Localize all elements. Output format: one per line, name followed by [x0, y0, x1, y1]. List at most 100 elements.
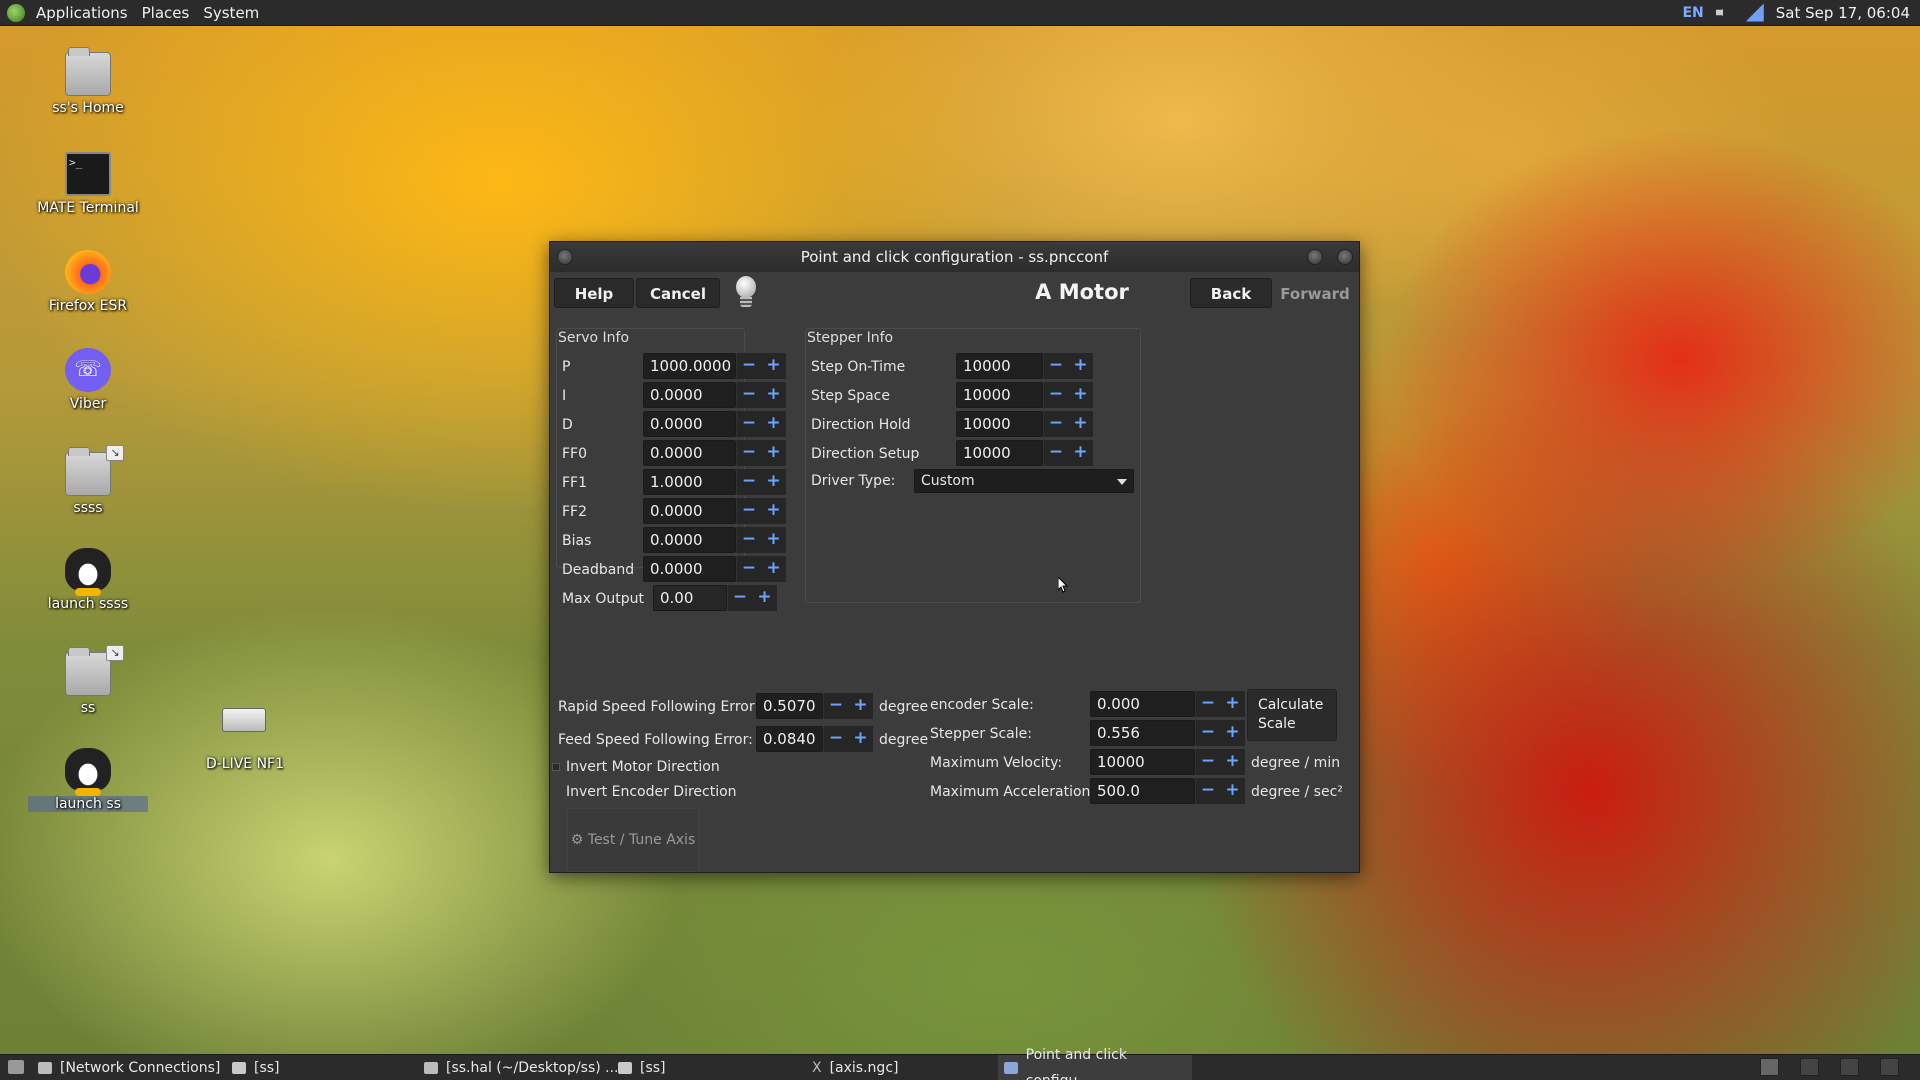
servo-ff1-input[interactable]: 1.0000 [643, 469, 736, 495]
forward-button[interactable]: Forward [1274, 278, 1356, 308]
test-tune-axis-button[interactable]: ⚙ Test / Tune Axis [567, 808, 699, 872]
driver-type-select[interactable]: Custom [914, 469, 1134, 493]
increment-button[interactable]: + [1220, 691, 1245, 717]
increment-button[interactable]: + [761, 353, 786, 379]
decrement-button[interactable]: − [823, 726, 848, 752]
decrement-button[interactable]: − [736, 527, 761, 553]
feed-following-error-label: Feed Speed Following Error: [558, 732, 753, 748]
decrement-button[interactable]: − [1195, 749, 1220, 775]
decrement-button[interactable]: − [727, 585, 752, 611]
servo-i-input[interactable]: 0.0000 [643, 382, 736, 408]
task-ss-hal[interactable]: [ss.hal (~/Desktop/ss) ... [424, 1055, 619, 1080]
window-titlebar[interactable]: Point and click configuration - ss.pncco… [550, 242, 1359, 272]
servo-ff2-input[interactable]: 0.0000 [643, 498, 736, 524]
increment-button[interactable]: + [1220, 749, 1245, 775]
decrement-button[interactable]: − [736, 382, 761, 408]
direction-hold-input[interactable]: 10000 [956, 411, 1043, 437]
decrement-button[interactable]: − [1195, 778, 1220, 804]
increment-button[interactable]: + [761, 498, 786, 524]
help-button[interactable]: Help [554, 278, 634, 308]
increment-button[interactable]: + [761, 382, 786, 408]
increment-button[interactable]: + [761, 527, 786, 553]
menu-applications[interactable]: Applications [29, 0, 135, 26]
workspace-4[interactable] [1880, 1058, 1899, 1076]
servo-p-input[interactable]: 1000.0000 [643, 353, 736, 379]
decrement-button[interactable]: − [1043, 411, 1068, 437]
max-velocity-input[interactable]: 10000 [1090, 749, 1195, 775]
decrement-button[interactable]: − [736, 469, 761, 495]
decrement-button[interactable]: − [1195, 720, 1220, 746]
desktop-icon-viber[interactable]: ☏ Viber [28, 348, 148, 412]
workspace-3[interactable] [1840, 1058, 1859, 1076]
clock[interactable]: Sat Sep 17, 06:04 [1776, 4, 1910, 22]
increment-button[interactable]: + [1068, 440, 1093, 466]
increment-button[interactable]: + [761, 469, 786, 495]
increment-button[interactable]: + [752, 585, 777, 611]
increment-button[interactable]: + [761, 440, 786, 466]
calculate-scale-button[interactable]: Calculate Scale [1247, 689, 1337, 741]
stepper-scale-input[interactable]: 0.556 [1090, 720, 1195, 746]
desktop-icon-launch-ssss[interactable]: launch ssss [28, 548, 148, 612]
workspace-1[interactable] [1760, 1058, 1779, 1076]
window-menu-icon[interactable] [557, 249, 573, 265]
feed-following-error-input[interactable]: 0.0840 [756, 726, 823, 752]
increment-button[interactable]: + [1068, 411, 1093, 437]
minimize-icon[interactable] [1307, 249, 1323, 265]
increment-button[interactable]: + [1068, 382, 1093, 408]
increment-button[interactable]: + [761, 411, 786, 437]
servo-ff0-input[interactable]: 0.0000 [643, 440, 736, 466]
linuxcnc-launcher-icon [65, 748, 111, 796]
network-signal-icon[interactable] [1745, 3, 1764, 22]
decrement-button[interactable]: − [1043, 353, 1068, 379]
keyboard-layout-indicator[interactable]: EN [1682, 5, 1703, 21]
increment-button[interactable]: + [848, 693, 873, 719]
menu-system[interactable]: System [196, 0, 266, 26]
rapid-following-error-input[interactable]: 0.5070 [756, 693, 823, 719]
decrement-button[interactable]: − [736, 440, 761, 466]
close-icon[interactable] [1337, 249, 1353, 265]
servo-deadband-input[interactable]: 0.0000 [643, 556, 736, 582]
servo-max-output-input[interactable]: 0.00 [653, 585, 727, 611]
increment-button[interactable]: + [1068, 353, 1093, 379]
menu-places[interactable]: Places [135, 0, 197, 26]
desktop-icon-ssss[interactable]: ↘ ssss [28, 445, 148, 516]
desktop-icon-terminal[interactable]: >_ MATE Terminal [28, 152, 148, 216]
encoder-scale-input[interactable]: 0.000 [1090, 691, 1195, 717]
decrement-button[interactable]: − [736, 411, 761, 437]
decrement-button[interactable]: − [1043, 440, 1068, 466]
step-on-time-input[interactable]: 10000 [956, 353, 1043, 379]
increment-button[interactable]: + [1220, 778, 1245, 804]
workspace-2[interactable] [1800, 1058, 1819, 1076]
step-space-input[interactable]: 10000 [956, 382, 1043, 408]
task-pncconf[interactable]: Point and click configu... [998, 1047, 1192, 1080]
direction-setup-input[interactable]: 10000 [956, 440, 1043, 466]
servo-d-input[interactable]: 0.0000 [643, 411, 736, 437]
desktop-icon-home[interactable]: ss's Home [28, 47, 148, 116]
back-button[interactable]: Back [1190, 278, 1272, 308]
increment-button[interactable]: + [1220, 720, 1245, 746]
volume-icon[interactable] [1715, 3, 1729, 22]
task-ss-folder-2[interactable]: [ss] [618, 1055, 666, 1080]
show-desktop-icon[interactable] [8, 1060, 24, 1074]
decrement-button[interactable]: − [736, 556, 761, 582]
desktop-icon-ss[interactable]: ↘ ss [28, 645, 148, 716]
servo-bias-input[interactable]: 0.0000 [643, 527, 736, 553]
invert-motor-checkbox[interactable]: Invert Motor Direction [552, 759, 720, 775]
increment-button[interactable]: + [848, 726, 873, 752]
decrement-button[interactable]: − [823, 693, 848, 719]
task-network-connections[interactable]: [Network Connections] [38, 1055, 220, 1080]
decrement-button[interactable]: − [736, 353, 761, 379]
task-axis-ngc[interactable]: X [axis.ngc] [812, 1055, 898, 1080]
task-ss-folder[interactable]: [ss] [232, 1055, 280, 1080]
invert-encoder-checkbox[interactable]: Invert Encoder Direction [552, 784, 737, 800]
max-acceleration-input[interactable]: 500.0 [1090, 778, 1195, 804]
decrement-button[interactable]: − [1195, 691, 1220, 717]
mate-logo-icon[interactable] [7, 3, 25, 22]
cancel-button[interactable]: Cancel [636, 278, 720, 308]
desktop-icon-firefox[interactable]: Firefox ESR [28, 250, 148, 314]
desktop-icon-launch-ss[interactable]: launch ss [28, 748, 148, 812]
decrement-button[interactable]: − [736, 498, 761, 524]
decrement-button[interactable]: − [1043, 382, 1068, 408]
increment-button[interactable]: + [761, 556, 786, 582]
desktop-icon-drive[interactable]: D-LIVE NF1 [185, 696, 305, 772]
